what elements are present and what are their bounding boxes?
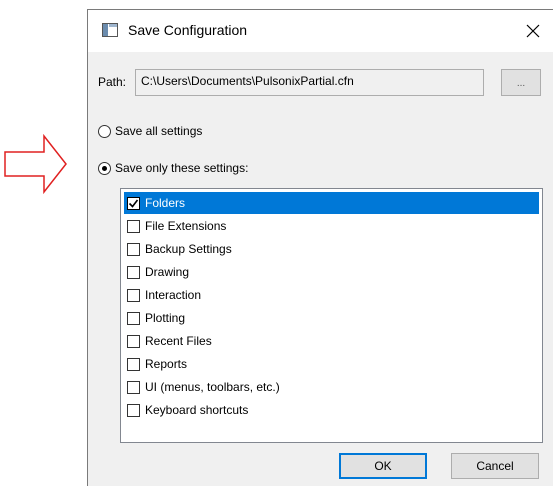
browse-button[interactable]: ... [501,69,541,96]
list-item-folders[interactable]: Folders [124,192,539,214]
list-item-ui[interactable]: UI (menus, toolbars, etc.) [124,376,539,398]
list-item-label: Keyboard shortcuts [145,403,249,417]
save-only-option[interactable]: Save only these settings: [98,161,248,175]
list-item-drawing[interactable]: Drawing [124,261,539,283]
ok-button[interactable]: OK [339,453,427,479]
list-item-interaction[interactable]: Interaction [124,284,539,306]
settings-list: Folders File Extensions Backup Settings … [120,188,543,443]
list-item-label: Interaction [145,288,202,302]
checkbox[interactable] [127,380,140,394]
path-label: Path: [98,75,127,89]
checkbox[interactable] [127,403,140,417]
save-configuration-dialog: Save Configuration Path: C:\Users\Docume… [87,9,553,486]
list-item-recent-files[interactable]: Recent Files [124,330,539,352]
checkbox[interactable] [127,288,140,302]
close-button[interactable] [513,10,553,52]
list-item-plotting[interactable]: Plotting [124,307,539,329]
window-title: Save Configuration [128,22,248,38]
checkbox[interactable] [127,357,140,371]
arrow-right-icon [4,134,67,194]
list-item-label: UI (menus, toolbars, etc.) [145,380,280,394]
save-all-radio[interactable] [98,124,111,138]
list-item-keyboard-shortcuts[interactable]: Keyboard shortcuts [124,399,539,421]
checkbox[interactable] [127,242,140,256]
checkmark-icon [128,199,139,208]
list-item-file-extensions[interactable]: File Extensions [124,215,539,237]
save-only-label: Save only these settings: [115,161,249,175]
title-bar: Save Configuration [88,10,553,52]
list-item-reports[interactable]: Reports [124,353,539,375]
list-item-label: Folders [145,196,186,210]
folders-checkbox[interactable] [127,196,140,210]
list-item-label: Drawing [145,265,190,279]
save-only-radio[interactable] [98,161,111,175]
list-item-backup-settings[interactable]: Backup Settings [124,238,539,260]
list-item-label: Recent Files [145,334,212,348]
close-icon [526,24,540,38]
save-all-label: Save all settings [115,124,203,138]
checkbox[interactable] [127,311,140,325]
list-item-label: Reports [145,357,188,371]
path-field[interactable]: C:\Users\Documents\PulsonixPartial.cfn [135,69,484,96]
checkbox[interactable] [127,265,140,279]
list-item-label: File Extensions [145,219,227,233]
checkbox[interactable] [127,334,140,348]
save-all-option[interactable]: Save all settings [98,124,202,138]
window-icon [102,23,118,37]
list-item-label: Plotting [145,311,186,325]
list-item-label: Backup Settings [145,242,232,256]
cancel-button[interactable]: Cancel [451,453,539,479]
checkbox[interactable] [127,219,140,233]
